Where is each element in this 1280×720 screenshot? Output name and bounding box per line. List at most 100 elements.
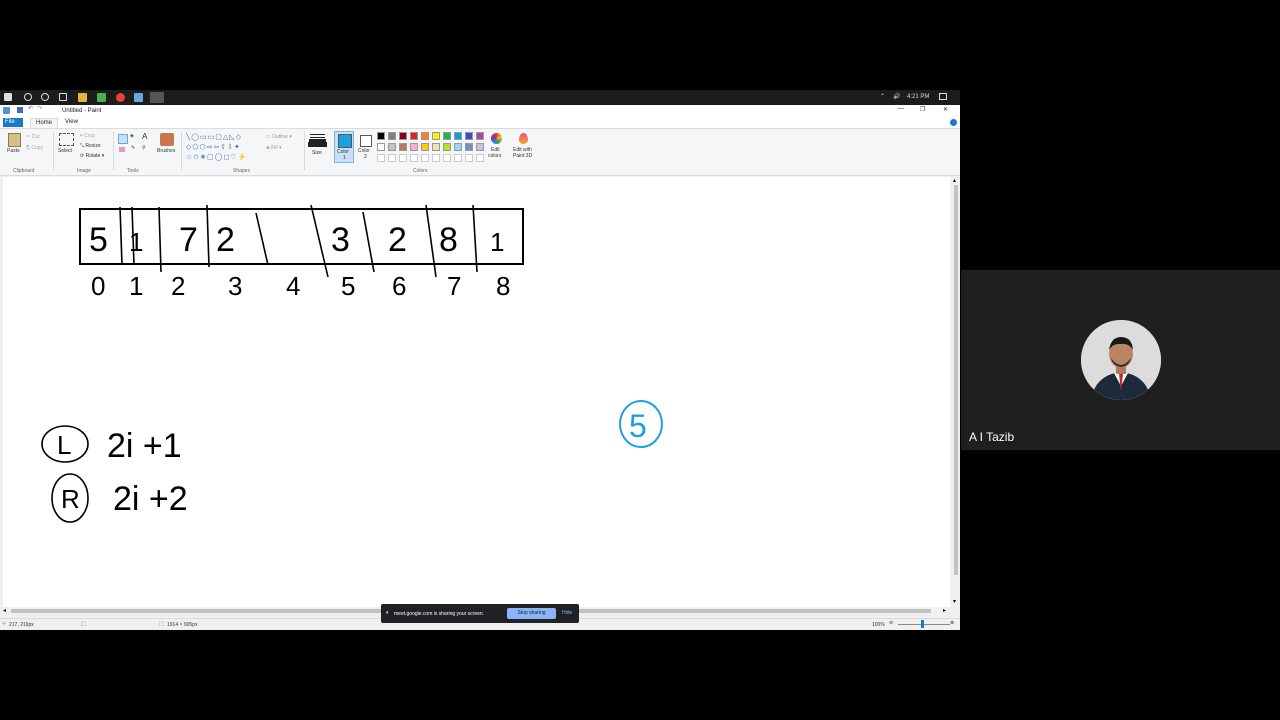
rotate-button[interactable]: ⟳ Rotate ▾ [80, 153, 104, 159]
color-palette[interactable] [377, 132, 487, 164]
vertical-scrollbar[interactable]: ▴ ▾ [952, 177, 960, 607]
palette-swatch[interactable] [377, 132, 385, 140]
tab-file[interactable]: File [3, 118, 23, 127]
custom-color-slot[interactable] [465, 154, 473, 162]
outline-dropdown[interactable]: ▭ Outline ▾ [266, 134, 292, 140]
copy-button[interactable]: ⎘ Copy [26, 145, 43, 151]
volume-icon[interactable]: 🔊 [893, 93, 900, 100]
drawing-canvas[interactable]: 51723281 012345678 L 2i +1 R 2i +2 5 [3, 177, 950, 607]
shared-screen: ⌃ 🔊 4:21 PM ↶ ↷ Untitled - Paint — ❐ ✕ F… [0, 90, 960, 630]
search-icon[interactable] [24, 93, 32, 101]
restore-button[interactable]: ❐ [920, 106, 925, 113]
crop-button[interactable]: ⌗ Crop [80, 133, 95, 139]
tab-view[interactable]: View [60, 118, 83, 127]
custom-color-slot[interactable] [421, 154, 429, 162]
zoom-in-icon[interactable]: ⊕ [950, 620, 954, 626]
cut-button[interactable]: ✂ Cut [26, 134, 39, 140]
help-icon[interactable] [950, 119, 957, 126]
palette-swatch[interactable] [432, 143, 440, 151]
cortana-icon[interactable] [41, 93, 49, 101]
resize-button[interactable]: ⤡ Resize [80, 143, 101, 149]
palette-swatch[interactable] [465, 132, 473, 140]
zoom-slider-thumb[interactable] [921, 620, 924, 628]
palette-swatch[interactable] [476, 143, 484, 151]
custom-color-slot[interactable] [432, 154, 440, 162]
fill-icon[interactable]: ◈ [130, 133, 134, 139]
palette-swatch[interactable] [388, 143, 396, 151]
file-explorer-icon[interactable] [78, 93, 87, 102]
scroll-left-icon[interactable]: ◂ [3, 607, 6, 614]
brushes-button[interactable]: Brushes [157, 133, 179, 161]
color2-button[interactable]: Color 2 [356, 131, 376, 163]
fill-dropdown[interactable]: ◈ Fill ▾ [266, 145, 282, 151]
text-icon[interactable]: A [142, 132, 147, 141]
zoom-out-icon[interactable]: ⊖ [889, 620, 893, 626]
palette-swatch[interactable] [476, 132, 484, 140]
magnifier-icon[interactable]: ⚲ [142, 145, 146, 151]
task-view-icon[interactable] [59, 93, 67, 101]
custom-color-slot[interactable] [454, 154, 462, 162]
color-picker-icon[interactable]: ✎ [131, 145, 135, 151]
selection-size-icon: ⬚ [81, 621, 86, 627]
palette-swatch[interactable] [465, 143, 473, 151]
custom-color-slot[interactable] [476, 154, 484, 162]
custom-color-slot[interactable] [443, 154, 451, 162]
color1-swatch [338, 134, 352, 148]
zoom-slider[interactable] [898, 624, 950, 625]
palette-swatch[interactable] [432, 132, 440, 140]
palette-swatch[interactable] [399, 143, 407, 151]
palette-swatch[interactable] [410, 143, 418, 151]
minimize-button[interactable]: — [898, 106, 904, 112]
paint-app-icon [3, 107, 10, 114]
vertical-scroll-thumb[interactable] [954, 185, 958, 575]
clipboard-group-label: Clipboard [13, 168, 35, 174]
palette-swatch[interactable] [443, 132, 451, 140]
custom-color-slot[interactable] [377, 154, 385, 162]
save-icon[interactable] [17, 107, 23, 113]
size-button[interactable]: Size [309, 133, 327, 161]
app-icon[interactable] [97, 93, 106, 102]
notifications-icon[interactable] [939, 93, 947, 100]
chrome-icon[interactable] [116, 93, 125, 102]
edit-with-paint3d-button[interactable]: Edit with Paint 3D [510, 132, 538, 164]
palette-swatch[interactable] [454, 132, 462, 140]
scroll-right-icon[interactable]: ▸ [943, 607, 946, 614]
windows-start-icon[interactable] [4, 93, 12, 101]
edit-colors-button[interactable]: Edit colors [488, 132, 506, 164]
divider [181, 132, 182, 170]
scroll-down-icon[interactable]: ▾ [953, 598, 956, 605]
custom-color-slot[interactable] [410, 154, 418, 162]
color1-button[interactable]: Color 1 [334, 131, 354, 163]
stop-sharing-button[interactable]: Stop sharing [507, 608, 556, 619]
palette-swatch[interactable] [377, 143, 385, 151]
edit-colors-label-2: colors [488, 153, 502, 159]
scroll-up-icon[interactable]: ▴ [953, 177, 956, 184]
paste-button[interactable]: Paste [6, 133, 22, 159]
redo-icon[interactable]: ↷ [37, 105, 42, 112]
palette-swatch[interactable] [454, 143, 462, 151]
paint-taskbar-icon[interactable] [150, 92, 164, 103]
pencil-icon[interactable] [118, 134, 128, 144]
tools-group-label: Tools [127, 168, 139, 174]
eraser-icon[interactable] [119, 147, 125, 152]
palette-swatch[interactable] [421, 132, 429, 140]
palette-swatch[interactable] [388, 132, 396, 140]
custom-color-slot[interactable] [388, 154, 396, 162]
notepad-icon[interactable] [134, 93, 143, 102]
custom-color-slot[interactable] [399, 154, 407, 162]
close-button[interactable]: ✕ [943, 106, 948, 113]
taskbar-clock[interactable]: 4:21 PM [907, 94, 929, 100]
palette-swatch[interactable] [443, 143, 451, 151]
palette-swatch[interactable] [410, 132, 418, 140]
tray-chevron-icon[interactable]: ⌃ [880, 93, 885, 100]
hide-button[interactable]: Hide [562, 608, 572, 619]
participant-tile[interactable]: A I Tazib [961, 270, 1280, 450]
palette-swatch[interactable] [399, 132, 407, 140]
shapes-gallery[interactable]: ╲◯▭▭▢△◺◇ ◇⬠⬡⇨⇦⇧⇩✦ ☆✩✬▢◯◻♡⚡ [186, 133, 260, 163]
select-button[interactable]: Select [58, 133, 74, 159]
ribbon-tabs: File Home View [0, 117, 960, 128]
palette-swatch[interactable] [421, 143, 429, 151]
undo-icon[interactable]: ↶ [28, 105, 33, 112]
tab-home[interactable]: Home [30, 118, 59, 128]
cursor-position-icon: ⊹ [2, 621, 7, 627]
